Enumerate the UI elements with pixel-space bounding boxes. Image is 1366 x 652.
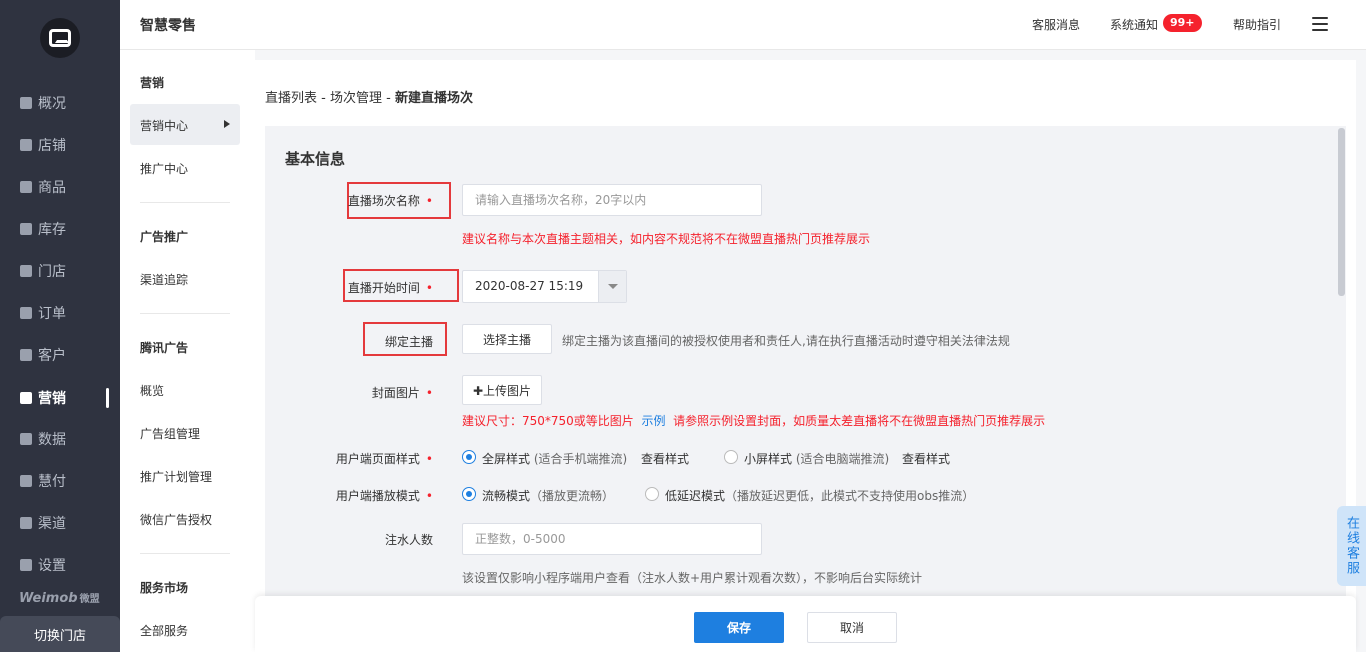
marketing-icon <box>20 392 32 404</box>
settings-icon <box>20 559 32 571</box>
example-link[interactable]: 示例 <box>641 414 665 428</box>
inventory-icon <box>20 223 32 235</box>
cover-tip: 建议尺寸：750*750或等比图片 示例 请参照示例设置封面，如质量太差直播将不… <box>462 414 1046 428</box>
breadcrumb-current: 新建直播场次 <box>394 91 473 106</box>
caret-right-icon <box>224 120 230 128</box>
play-mode-label: 用户端播放模式 • <box>335 489 433 503</box>
goods-icon <box>20 181 32 193</box>
shop-icon <box>20 139 32 151</box>
view-style-link-1[interactable]: 查看样式 <box>641 450 689 467</box>
smallscreen-radio-label[interactable]: 小屏样式 (适合电脑端推流) <box>744 450 889 467</box>
start-time-picker[interactable]: 2020-08-27 15:19 <box>462 270 627 303</box>
low-latency-radio[interactable] <box>645 487 659 501</box>
customer-icon <box>20 349 32 361</box>
logo-icon <box>49 29 71 47</box>
sidebar-divider <box>140 313 230 314</box>
cancel-button[interactable]: 取消 <box>807 612 897 643</box>
low-latency-radio-label[interactable]: 低延迟模式（播放延迟更低，此模式不支持使用obs推流） <box>665 487 974 504</box>
live-name-tip: 建议名称与本次直播主题相关，如内容不规范将不在微盟直播热门页推荐展示 <box>462 232 871 246</box>
secondary-sidebar: 营销 营销中心 推广中心 广告推广 渠道追踪 腾讯广告 概览 广告组管理 推广计… <box>120 50 255 652</box>
footer-bar: 保存 取消 <box>255 596 1356 652</box>
select-anchor-button[interactable]: 选择主播 <box>462 324 552 354</box>
nav-item-channel[interactable]: 渠道 <box>20 513 66 533</box>
view-style-link-2[interactable]: 查看样式 <box>902 450 950 467</box>
sidebar-section-tencent-ads: 腾讯广告 <box>140 341 189 355</box>
left-navigation: 概况 店铺 商品 库存 门店 订单 客户 营销 数据 慧付 渠道 设置 Weim… <box>0 0 120 652</box>
nav-item-customer[interactable]: 客户 <box>20 345 66 365</box>
save-button[interactable]: 保存 <box>694 612 784 643</box>
order-icon <box>20 307 32 319</box>
sidebar-section-ads: 广告推广 <box>140 230 189 244</box>
fake-viewers-label: 注水人数 <box>384 533 433 547</box>
fake-viewers-input[interactable]: 正整数，0-5000 <box>462 523 762 555</box>
system-notice-link[interactable]: 系统通知 <box>1110 16 1158 33</box>
bind-anchor-tip: 绑定主播为该直播间的被授权使用者和责任人,请在执行直播活动时遵守相关法律法规 <box>562 334 1010 348</box>
sidebar-section-marketing: 营销 <box>140 76 165 90</box>
sidebar-item-channel-tracking[interactable]: 渠道追踪 <box>140 271 188 288</box>
brand-logo: Weimob 微盟 <box>19 591 100 606</box>
sidebar-section-service-market: 服务市场 <box>140 581 189 595</box>
page-style-label: 用户端页面样式 • <box>335 452 433 466</box>
fake-viewers-tip: 该设置仅影响小程序端用户查看（注水人数+用户累计观看次数），不影响后台实际统计 <box>462 571 923 585</box>
sidebar-divider <box>140 553 230 554</box>
fullscreen-radio[interactable] <box>462 450 476 464</box>
start-time-label: 直播开始时间 • <box>347 281 433 295</box>
overview-icon <box>20 97 32 109</box>
nav-item-marketing[interactable]: 营销 <box>20 388 66 408</box>
nav-item-goods[interactable]: 商品 <box>20 177 66 197</box>
bind-anchor-label: 绑定主播 <box>384 335 433 349</box>
sidebar-item-all-services[interactable]: 全部服务 <box>140 622 188 639</box>
sidebar-item-ad-group[interactable]: 广告组管理 <box>140 425 200 442</box>
nav-item-overview[interactable]: 概况 <box>20 93 66 113</box>
smallscreen-radio[interactable] <box>724 450 738 464</box>
pay-icon <box>20 475 32 487</box>
notice-badge: 99+ <box>1163 14 1202 32</box>
active-indicator <box>106 388 109 408</box>
app-logo[interactable] <box>40 18 80 58</box>
chevron-down-icon[interactable] <box>598 271 626 302</box>
sidebar-divider <box>140 202 230 203</box>
live-name-label: 直播场次名称 • <box>347 194 433 208</box>
upload-image-button[interactable]: ✚上传图片 <box>462 375 542 405</box>
scrollbar-thumb[interactable] <box>1338 128 1345 296</box>
smooth-mode-radio-label[interactable]: 流畅模式（播放更流畅） <box>482 487 614 504</box>
sidebar-item-campaign[interactable]: 推广计划管理 <box>140 468 212 485</box>
sidebar-item-wechat-auth[interactable]: 微信广告授权 <box>140 511 212 528</box>
app-title: 智慧零售 <box>140 18 196 34</box>
switch-store-button[interactable]: 切换门店 <box>0 616 120 652</box>
sidebar-item-overview[interactable]: 概览 <box>140 382 164 399</box>
nav-item-inventory[interactable]: 库存 <box>20 219 66 239</box>
hamburger-menu-icon[interactable] <box>1312 17 1328 31</box>
main-content: 直播列表 - 场次管理 - 新建直播场次 基本信息 直播场次名称 • 请输入直播场… <box>255 60 1356 652</box>
live-name-input[interactable]: 请输入直播场次名称，20字以内 <box>462 184 762 216</box>
nav-item-store[interactable]: 门店 <box>20 261 66 281</box>
sidebar-item-promotion-center[interactable]: 推广中心 <box>140 160 188 177</box>
cover-image-label: 封面图片 • <box>371 386 433 400</box>
help-guide-link[interactable]: 帮助指引 <box>1233 16 1281 33</box>
nav-item-data[interactable]: 数据 <box>20 429 66 449</box>
store-icon <box>20 265 32 277</box>
data-icon <box>20 433 32 445</box>
online-service-button[interactable]: 在线客服 <box>1337 506 1366 586</box>
nav-item-settings[interactable]: 设置 <box>20 555 66 575</box>
breadcrumb: 直播列表 - 场次管理 - 新建直播场次 <box>265 91 473 106</box>
service-message-link[interactable]: 客服消息 <box>1032 16 1080 33</box>
nav-item-order[interactable]: 订单 <box>20 303 66 323</box>
nav-item-shop[interactable]: 店铺 <box>20 135 66 155</box>
breadcrumb-session-manage[interactable]: 场次管理 <box>330 91 382 106</box>
smooth-mode-radio[interactable] <box>462 487 476 501</box>
fullscreen-radio-label[interactable]: 全屏样式 (适合手机端推流) <box>482 450 627 467</box>
section-title: 基本信息 <box>285 150 346 168</box>
breadcrumb-live-list[interactable]: 直播列表 <box>265 91 317 106</box>
nav-item-pay[interactable]: 慧付 <box>20 471 66 491</box>
top-header: 智慧零售 客服消息 系统通知 99+ 帮助指引 <box>120 0 1366 50</box>
sidebar-item-marketing-center[interactable]: 营销中心 <box>140 117 188 134</box>
channel-icon <box>20 517 32 529</box>
basic-info-panel: 基本信息 直播场次名称 • 请输入直播场次名称，20字以内 建议名称与本次直播主题… <box>265 126 1339 652</box>
